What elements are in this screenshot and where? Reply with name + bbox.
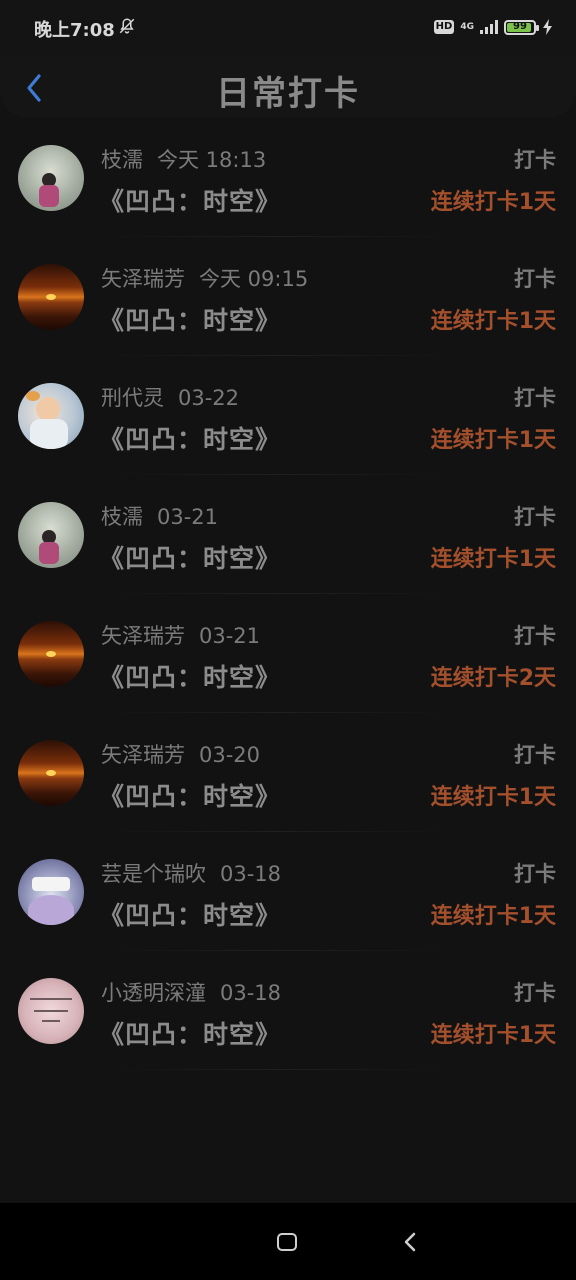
checkin-label: 打卡 — [514, 981, 556, 1005]
checkin-date: 03-18 — [220, 862, 282, 886]
network-type: 4G — [460, 21, 474, 32]
system-nav-bar — [0, 1203, 576, 1280]
status-icons: HD 4G 99 — [433, 15, 554, 39]
status-time: 晚上7:08 — [34, 20, 115, 41]
user-name[interactable]: 矢泽瑞芳 — [101, 743, 185, 767]
battery-level: 99 — [513, 20, 527, 32]
user-name[interactable]: 枝濡 — [101, 505, 143, 529]
list-item[interactable]: 小透明深潼 03-18 《凹凸：时空》 打卡 连续打卡1天 — [0, 951, 576, 1070]
checkin-label: 打卡 — [514, 267, 556, 291]
list-item[interactable]: 枝濡 今天 18:13 《凹凸：时空》 打卡 连续打卡1天 — [0, 118, 576, 237]
book-title: 《凹凸：时空》 — [99, 187, 282, 216]
sunset-avatar[interactable] — [18, 621, 84, 687]
book-title: 《凹凸：时空》 — [99, 901, 282, 930]
checkin-date: 03-21 — [199, 624, 261, 648]
signal-icon — [480, 20, 498, 34]
user-name[interactable]: 矢泽瑞芳 — [101, 267, 185, 291]
checkin-label: 打卡 — [514, 386, 556, 410]
book-title: 《凹凸：时空》 — [99, 1020, 282, 1049]
girl-avatar[interactable] — [18, 145, 84, 211]
list-item[interactable]: 芸是个瑞吹 03-18 《凹凸：时空》 打卡 连续打卡1天 — [0, 832, 576, 951]
streak-label: 连续打卡1天 — [430, 428, 556, 453]
back-nav-icon[interactable] — [400, 1231, 422, 1253]
checkin-list: 枝濡 今天 18:13 《凹凸：时空》 打卡 连续打卡1天 矢泽瑞芳 今天 09:1… — [0, 118, 576, 1070]
anime-avatar[interactable] — [18, 859, 84, 925]
girl-avatar[interactable] — [18, 502, 84, 568]
user-name[interactable]: 小透明深潼 — [101, 981, 206, 1005]
book-title: 《凹凸：时空》 — [99, 306, 282, 335]
checkin-date: 今天 18:13 — [157, 148, 267, 172]
streak-label: 连续打卡1天 — [430, 904, 556, 929]
charging-icon — [543, 19, 552, 35]
book-title: 《凹凸：时空》 — [99, 782, 282, 811]
hd-icon: HD — [433, 20, 455, 34]
app-header: 日常打卡 — [0, 56, 576, 118]
checkin-date: 03-20 — [199, 743, 261, 767]
list-item[interactable]: 矢泽瑞芳 03-20 《凹凸：时空》 打卡 连续打卡1天 — [0, 713, 576, 832]
text-avatar[interactable] — [18, 978, 84, 1044]
user-name[interactable]: 刑代灵 — [101, 386, 164, 410]
list-item[interactable]: 刑代灵 03-22 《凹凸：时空》 打卡 连续打卡1天 — [0, 356, 576, 475]
divider — [100, 1069, 456, 1070]
status-bar: 晚上7:08 HD 4G 99 — [0, 0, 576, 56]
list-item[interactable]: 矢泽瑞芳 今天 09:15 《凹凸：时空》 打卡 连续打卡1天 — [0, 237, 576, 356]
home-button-icon[interactable] — [277, 1233, 297, 1251]
streak-label: 连续打卡1天 — [430, 1023, 556, 1048]
checkin-label: 打卡 — [514, 862, 556, 886]
streak-label: 连续打卡2天 — [430, 666, 556, 691]
streak-label: 连续打卡1天 — [430, 547, 556, 572]
checkin-label: 打卡 — [514, 505, 556, 529]
user-name[interactable]: 芸是个瑞吹 — [101, 862, 206, 886]
list-item[interactable]: 矢泽瑞芳 03-21 《凹凸：时空》 打卡 连续打卡2天 — [0, 594, 576, 713]
list-item[interactable]: 枝濡 03-21 《凹凸：时空》 打卡 连续打卡1天 — [0, 475, 576, 594]
streak-label: 连续打卡1天 — [430, 785, 556, 810]
sunset-avatar[interactable] — [18, 264, 84, 330]
sunset-avatar[interactable] — [18, 740, 84, 806]
checkin-date: 今天 09:15 — [199, 267, 309, 291]
user-name[interactable]: 矢泽瑞芳 — [101, 624, 185, 648]
book-title: 《凹凸：时空》 — [99, 425, 282, 454]
checkin-label: 打卡 — [514, 743, 556, 767]
battery-icon: 99 — [504, 19, 539, 35]
checkin-label: 打卡 — [514, 624, 556, 648]
page-title: 日常打卡 — [216, 74, 360, 114]
user-name[interactable]: 枝濡 — [101, 148, 143, 172]
checkin-label: 打卡 — [514, 148, 556, 172]
streak-label: 连续打卡1天 — [430, 309, 556, 334]
checkin-date: 03-22 — [178, 386, 240, 410]
book-title: 《凹凸：时空》 — [99, 663, 282, 692]
streak-label: 连续打卡1天 — [430, 190, 556, 215]
book-title: 《凹凸：时空》 — [99, 544, 282, 573]
checkin-date: 03-18 — [220, 981, 282, 1005]
checkin-date: 03-21 — [157, 505, 219, 529]
bell-muted-icon — [119, 18, 135, 34]
kid-avatar[interactable] — [18, 383, 84, 449]
